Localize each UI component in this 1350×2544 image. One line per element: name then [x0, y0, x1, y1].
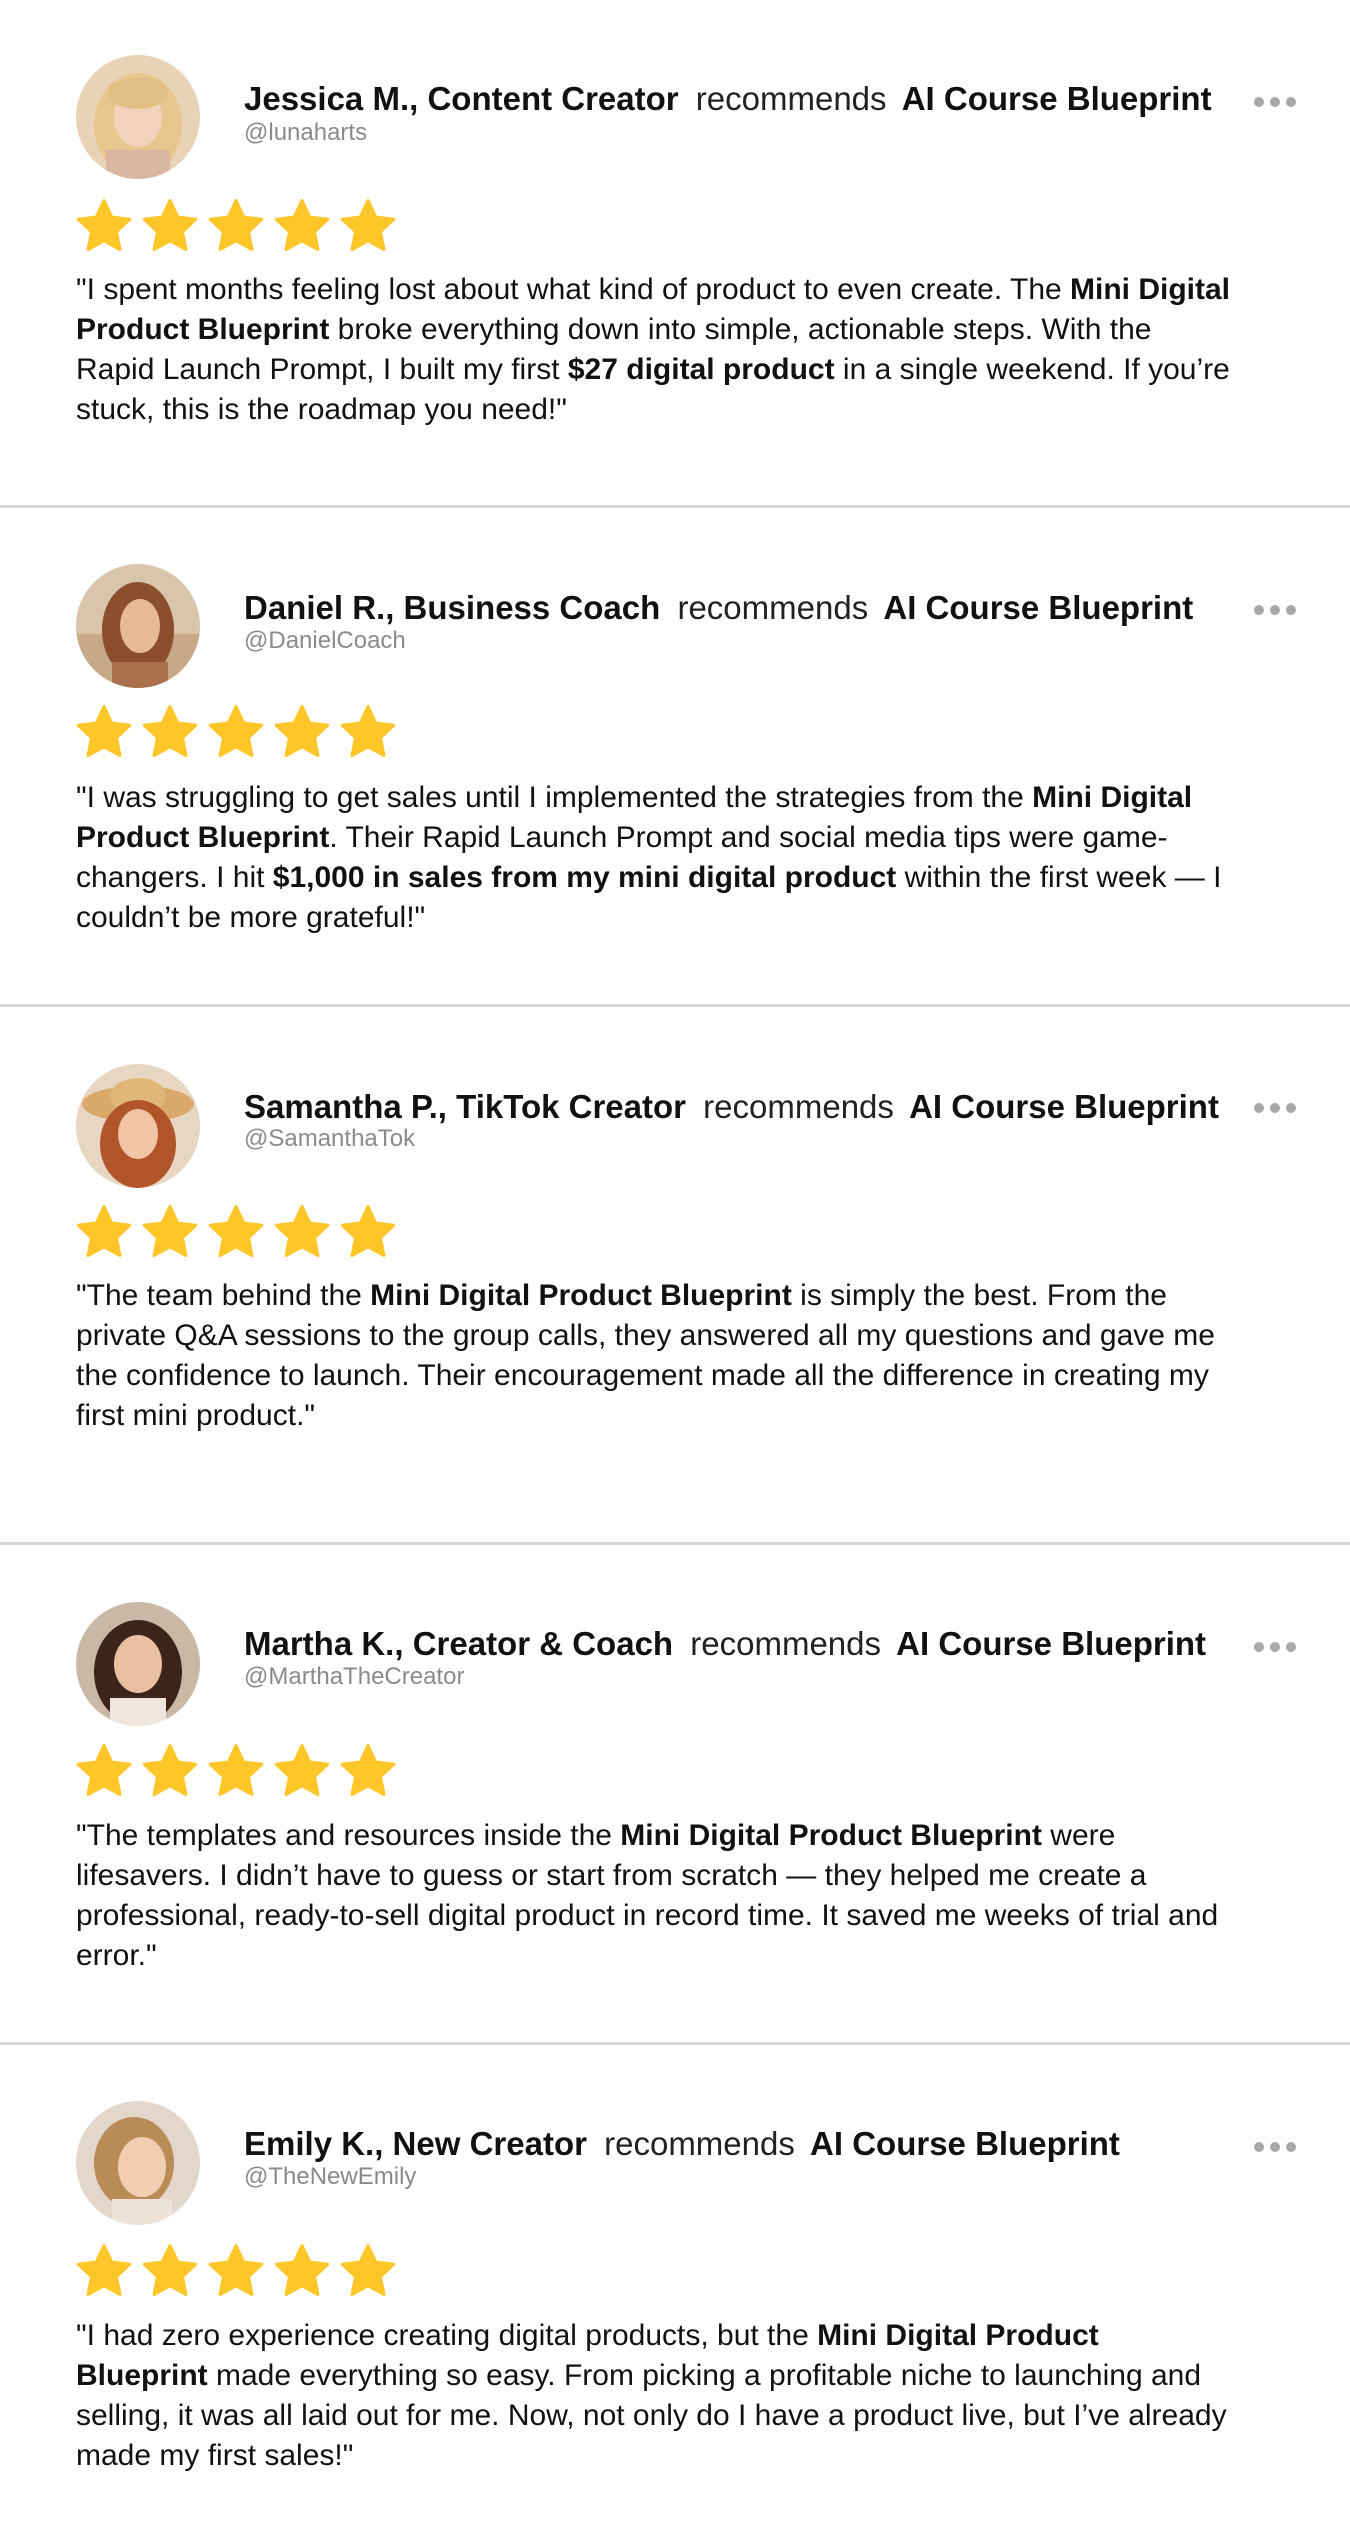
highlighted-text: Mini Digital Product Blueprint: [620, 1819, 1042, 1852]
star-icon: [208, 199, 264, 251]
star-icon: [76, 2244, 132, 2296]
review-header: Daniel R., Business Coach recommends AI …: [244, 588, 1193, 628]
more-horizontal-icon: [1254, 2142, 1264, 2152]
more-horizontal-icon: [1254, 97, 1264, 107]
product-name[interactable]: AI Course Blueprint: [902, 80, 1212, 117]
review-text: "The team behind the Mini Digital Produc…: [76, 1276, 1236, 1436]
review-header: Samantha P., TikTok Creator recommends A…: [244, 1087, 1219, 1127]
product-name[interactable]: AI Course Blueprint: [883, 589, 1193, 626]
more-options-button[interactable]: [1254, 96, 1296, 108]
star-icon: [142, 1744, 198, 1796]
review-header: Emily K., New Creator recommends AI Cour…: [244, 2124, 1120, 2164]
review-text-segment: "I was struggling to get sales until I i…: [76, 781, 1033, 814]
star-icon: [340, 705, 396, 757]
star-icon: [274, 705, 330, 757]
review-card: Emily K., New Creator recommends AI Cour…: [0, 2045, 1350, 2544]
review-card: Samantha P., TikTok Creator recommends A…: [0, 1006, 1350, 1544]
star-rating: [74, 1741, 398, 1801]
star-rating: [74, 1202, 398, 1262]
review-text-segment: made everything so easy. From picking a …: [76, 2359, 1227, 2472]
highlighted-text: $27 digital product: [567, 353, 835, 386]
author-handle[interactable]: @DanielCoach: [244, 626, 406, 656]
author-name[interactable]: Daniel R., Business Coach: [244, 589, 660, 626]
star-icon: [142, 1205, 198, 1257]
more-options-button[interactable]: [1254, 2141, 1296, 2153]
review-text-segment: "I had zero experience creating digital …: [76, 2319, 818, 2352]
avatar[interactable]: [76, 55, 200, 179]
star-icon: [274, 1744, 330, 1796]
review-text-segment: "I spent months feeling lost about what …: [76, 273, 1071, 306]
author-handle[interactable]: @MarthaTheCreator: [244, 1662, 464, 1692]
more-horizontal-icon: [1254, 1103, 1264, 1113]
recommends-label: recommends: [703, 1088, 894, 1125]
author-handle[interactable]: @TheNewEmily: [244, 2162, 416, 2192]
star-icon: [274, 2244, 330, 2296]
review-text: "The templates and resources inside the …: [76, 1816, 1236, 1976]
star-icon: [76, 1744, 132, 1796]
review-card: Martha K., Creator & Coach recommends AI…: [0, 1545, 1350, 2045]
more-options-button[interactable]: [1254, 1641, 1296, 1653]
star-icon: [76, 1205, 132, 1257]
star-icon: [340, 2244, 396, 2296]
author-name[interactable]: Emily K., New Creator: [244, 2125, 587, 2162]
star-icon: [340, 1205, 396, 1257]
star-icon: [274, 1205, 330, 1257]
author-name[interactable]: Jessica M., Content Creator: [244, 80, 679, 117]
review-header: Martha K., Creator & Coach recommends AI…: [244, 1624, 1206, 1664]
star-icon: [76, 199, 132, 251]
product-name[interactable]: AI Course Blueprint: [810, 2125, 1120, 2162]
star-icon: [208, 705, 264, 757]
star-rating: [74, 702, 398, 762]
star-icon: [208, 1744, 264, 1796]
author-handle[interactable]: @lunaharts: [244, 118, 367, 148]
review-text: "I spent months feeling lost about what …: [76, 270, 1236, 430]
star-icon: [76, 705, 132, 757]
star-rating: [74, 196, 398, 256]
more-horizontal-icon: [1254, 1642, 1264, 1652]
review-header: Jessica M., Content Creator recommends A…: [244, 79, 1212, 119]
star-rating: [74, 2241, 398, 2301]
review-text-segment: "The templates and resources inside the: [76, 1819, 621, 1852]
star-icon: [142, 199, 198, 251]
more-options-button[interactable]: [1254, 1102, 1296, 1114]
recommends-label: recommends: [604, 2125, 795, 2162]
recommends-label: recommends: [690, 1625, 881, 1662]
avatar[interactable]: [76, 1064, 200, 1188]
review-text: "I had zero experience creating digital …: [76, 2316, 1236, 2476]
star-icon: [340, 1744, 396, 1796]
more-options-button[interactable]: [1254, 604, 1296, 616]
highlighted-text: $1,000 in sales from my mini digital pro…: [272, 861, 897, 894]
author-handle[interactable]: @SamanthaTok: [244, 1124, 415, 1154]
avatar[interactable]: [76, 2101, 200, 2225]
review-card: Daniel R., Business Coach recommends AI …: [0, 508, 1350, 1006]
star-icon: [142, 2244, 198, 2296]
review-card: Jessica M., Content Creator recommends A…: [0, 0, 1350, 508]
review-text-segment: "The team behind the: [76, 1279, 371, 1312]
star-icon: [142, 705, 198, 757]
star-icon: [208, 1205, 264, 1257]
recommends-label: recommends: [695, 80, 887, 117]
product-name[interactable]: AI Course Blueprint: [909, 1088, 1219, 1125]
product-name[interactable]: AI Course Blueprint: [896, 1625, 1206, 1662]
more-horizontal-icon: [1254, 605, 1264, 615]
highlighted-text: Mini Digital Product Blueprint: [370, 1279, 792, 1312]
avatar[interactable]: [76, 1602, 200, 1726]
avatar[interactable]: [76, 564, 200, 688]
star-icon: [274, 199, 330, 251]
author-name[interactable]: Samantha P., TikTok Creator: [244, 1088, 686, 1125]
review-text: "I was struggling to get sales until I i…: [76, 778, 1236, 938]
author-name[interactable]: Martha K., Creator & Coach: [244, 1625, 673, 1662]
recommends-label: recommends: [677, 589, 869, 626]
star-icon: [340, 199, 396, 251]
star-icon: [208, 2244, 264, 2296]
